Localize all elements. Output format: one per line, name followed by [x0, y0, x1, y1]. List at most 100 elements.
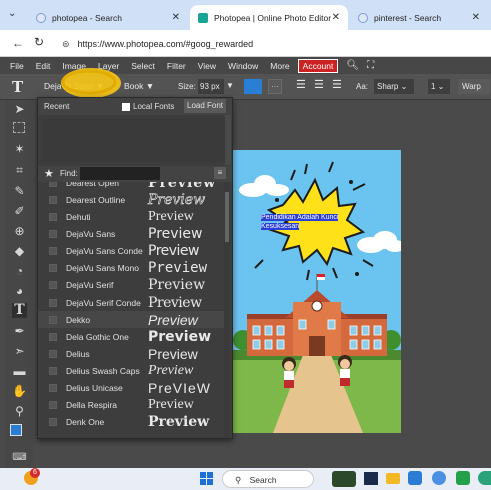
gradient-tool-icon[interactable]: ◔ — [12, 264, 27, 279]
pen-tool-icon[interactable]: ✒ — [12, 324, 27, 339]
chart-app-icon[interactable] — [456, 471, 470, 485]
keyboard-icon[interactable]: ⌨ — [12, 450, 27, 465]
font-list-item[interactable]: Dehuti Preview — [38, 208, 224, 226]
edge-icon[interactable] — [478, 471, 491, 485]
menu-more[interactable]: More — [270, 61, 289, 71]
foreground-color-swatch[interactable] — [10, 424, 22, 436]
font-list-item[interactable]: Dela Gothic One Preview — [38, 328, 224, 346]
favorite-checkbox[interactable] — [49, 264, 57, 273]
eraser-tool-icon[interactable]: ◆ — [12, 244, 27, 259]
favorite-checkbox[interactable] — [49, 332, 57, 341]
menu-view[interactable]: View — [198, 61, 216, 71]
favorite-checkbox[interactable] — [49, 182, 57, 187]
tab-photopea-editor[interactable]: Photopea | Online Photo Editor ✕ — [190, 5, 348, 30]
canvas-text-layer[interactable]: Pendidikan Adalah Kunci Kesuksesan — [261, 213, 339, 231]
shape-tool-icon[interactable]: ▬ — [12, 364, 27, 379]
close-icon[interactable]: ✕ — [472, 12, 480, 23]
file-explorer-icon[interactable] — [364, 472, 378, 485]
load-font-button[interactable]: Load Font — [184, 99, 227, 113]
font-list-item[interactable]: Denk One Preview — [38, 413, 224, 431]
favorite-checkbox[interactable] — [49, 281, 57, 290]
font-list-scrollbar[interactable] — [224, 182, 230, 438]
favorite-checkbox[interactable] — [49, 366, 57, 375]
dodge-tool-icon[interactable]: ◕ — [12, 284, 27, 299]
antialias-select[interactable]: Sharp ⌄ — [374, 79, 414, 94]
start-button-icon[interactable] — [200, 472, 213, 485]
marquee-tool-icon[interactable] — [13, 122, 25, 133]
brush-tool-icon[interactable]: ✐ — [12, 204, 27, 219]
menu-file[interactable]: File — [10, 61, 24, 71]
tab-list-button[interactable]: ⌄ — [8, 8, 16, 19]
menu-select[interactable]: Select — [131, 61, 155, 71]
tab-recent[interactable]: Recent — [44, 102, 69, 111]
font-list-item[interactable]: DejaVu Sans Mono Preview — [38, 260, 224, 278]
move-tool-icon[interactable]: ➤ — [12, 102, 27, 117]
search-icon[interactable]: 🔍︎ — [346, 60, 359, 71]
favorite-checkbox[interactable] — [49, 384, 57, 393]
align-center-icon[interactable]: ☰ — [314, 78, 324, 91]
hand-tool-icon[interactable]: ✋ — [12, 384, 27, 399]
favorite-checkbox[interactable] — [49, 230, 57, 239]
font-list-item[interactable]: Dekko Preview — [38, 310, 224, 329]
font-list-item[interactable]: Della Respira Preview — [38, 396, 224, 414]
magic-wand-icon[interactable]: ✶ — [12, 142, 27, 157]
healing-brush-icon[interactable]: ✎ — [12, 184, 27, 199]
favorite-checkbox[interactable] — [49, 213, 57, 222]
tab-photopea-search[interactable]: photopea - Search ✕ — [28, 5, 188, 30]
menu-window[interactable]: Window — [228, 61, 258, 71]
favorite-checkbox[interactable] — [49, 298, 57, 307]
path-select-icon[interactable]: ➣ — [12, 344, 27, 359]
crop-tool-icon[interactable]: ⌗ — [12, 163, 27, 178]
close-icon[interactable]: ✕ — [172, 12, 180, 23]
favorite-checkbox[interactable] — [49, 401, 57, 410]
file-explorer-folder-icon[interactable] — [386, 473, 400, 484]
size-dropdown-icon[interactable]: ▼ — [226, 81, 234, 90]
font-list-item[interactable]: Dearest Outline Preview — [38, 191, 224, 209]
favorite-checkbox[interactable] — [49, 315, 57, 324]
font-list-item[interactable]: Delius Unicase PreVIeW — [38, 379, 224, 397]
type-tool-icon[interactable]: T — [12, 303, 27, 318]
text-color-swatch[interactable] — [244, 79, 262, 94]
favorite-checkbox[interactable] — [49, 349, 57, 358]
scrollbar-thumb[interactable] — [225, 192, 229, 242]
font-list-item[interactable]: Delius Preview — [38, 345, 224, 363]
font-style-select[interactable]: Book ▼ — [124, 81, 154, 91]
favorite-checkbox[interactable] — [49, 247, 57, 256]
font-list-item[interactable]: Delius Swash Caps Preview — [38, 362, 224, 380]
font-name: Delius Swash Caps — [66, 365, 140, 376]
panel-scrollbar[interactable] — [225, 115, 231, 165]
site-info-icon[interactable]: ⊜ — [62, 39, 70, 50]
reload-icon[interactable]: ↻ — [34, 35, 44, 49]
local-fonts-checkbox[interactable] — [122, 103, 130, 111]
font-list-item[interactable]: DejaVu Serif Conde Preview — [38, 294, 224, 312]
list-menu-icon[interactable]: ≡ — [214, 167, 226, 179]
align-left-icon[interactable]: ☰ — [296, 78, 306, 91]
favorite-checkbox[interactable] — [49, 418, 57, 427]
tab-pinterest-search[interactable]: pinterest - Search ✕ — [350, 5, 488, 30]
favorite-checkbox[interactable] — [49, 195, 57, 204]
back-icon[interactable]: ← — [12, 36, 24, 50]
align-right-icon[interactable]: ☰ — [332, 78, 342, 91]
taskbar-app-icon[interactable] — [332, 471, 356, 487]
font-list-item[interactable]: DejaVu Serif Preview — [38, 277, 224, 295]
line-spacing-select[interactable]: 1 ⌄ — [428, 79, 450, 94]
menu-edit[interactable]: Edit — [36, 61, 51, 71]
menu-filter[interactable]: Filter — [167, 61, 186, 71]
find-input[interactable] — [80, 167, 160, 180]
taskbar-search[interactable]: ⚲ Search — [222, 470, 314, 488]
url-field[interactable]: ⊜ https://www.photopea.com/#goog_rewarde… — [62, 35, 253, 53]
account-button[interactable]: Account — [297, 58, 339, 73]
zoom-tool-icon[interactable]: ⚲ — [12, 404, 27, 419]
size-input[interactable]: 93 px — [198, 79, 224, 94]
font-list-item[interactable]: DejaVu Sans Conde Preview — [38, 242, 224, 260]
document-canvas[interactable]: Pendidikan Adalah Kunci Kesuksesan — [233, 150, 401, 433]
star-icon[interactable]: ★ — [44, 167, 54, 180]
fullscreen-icon[interactable]: ⛶ — [367, 60, 374, 71]
font-list-item[interactable]: DejaVu Sans Preview — [38, 225, 224, 243]
store-icon[interactable] — [408, 471, 422, 485]
clone-stamp-icon[interactable]: ⊕ — [12, 224, 27, 239]
warp-text-button[interactable]: … — [268, 79, 282, 94]
browser-icon[interactable] — [432, 471, 446, 485]
close-icon[interactable]: ✕ — [332, 12, 340, 23]
warp-button[interactable]: Warp — [458, 79, 490, 94]
